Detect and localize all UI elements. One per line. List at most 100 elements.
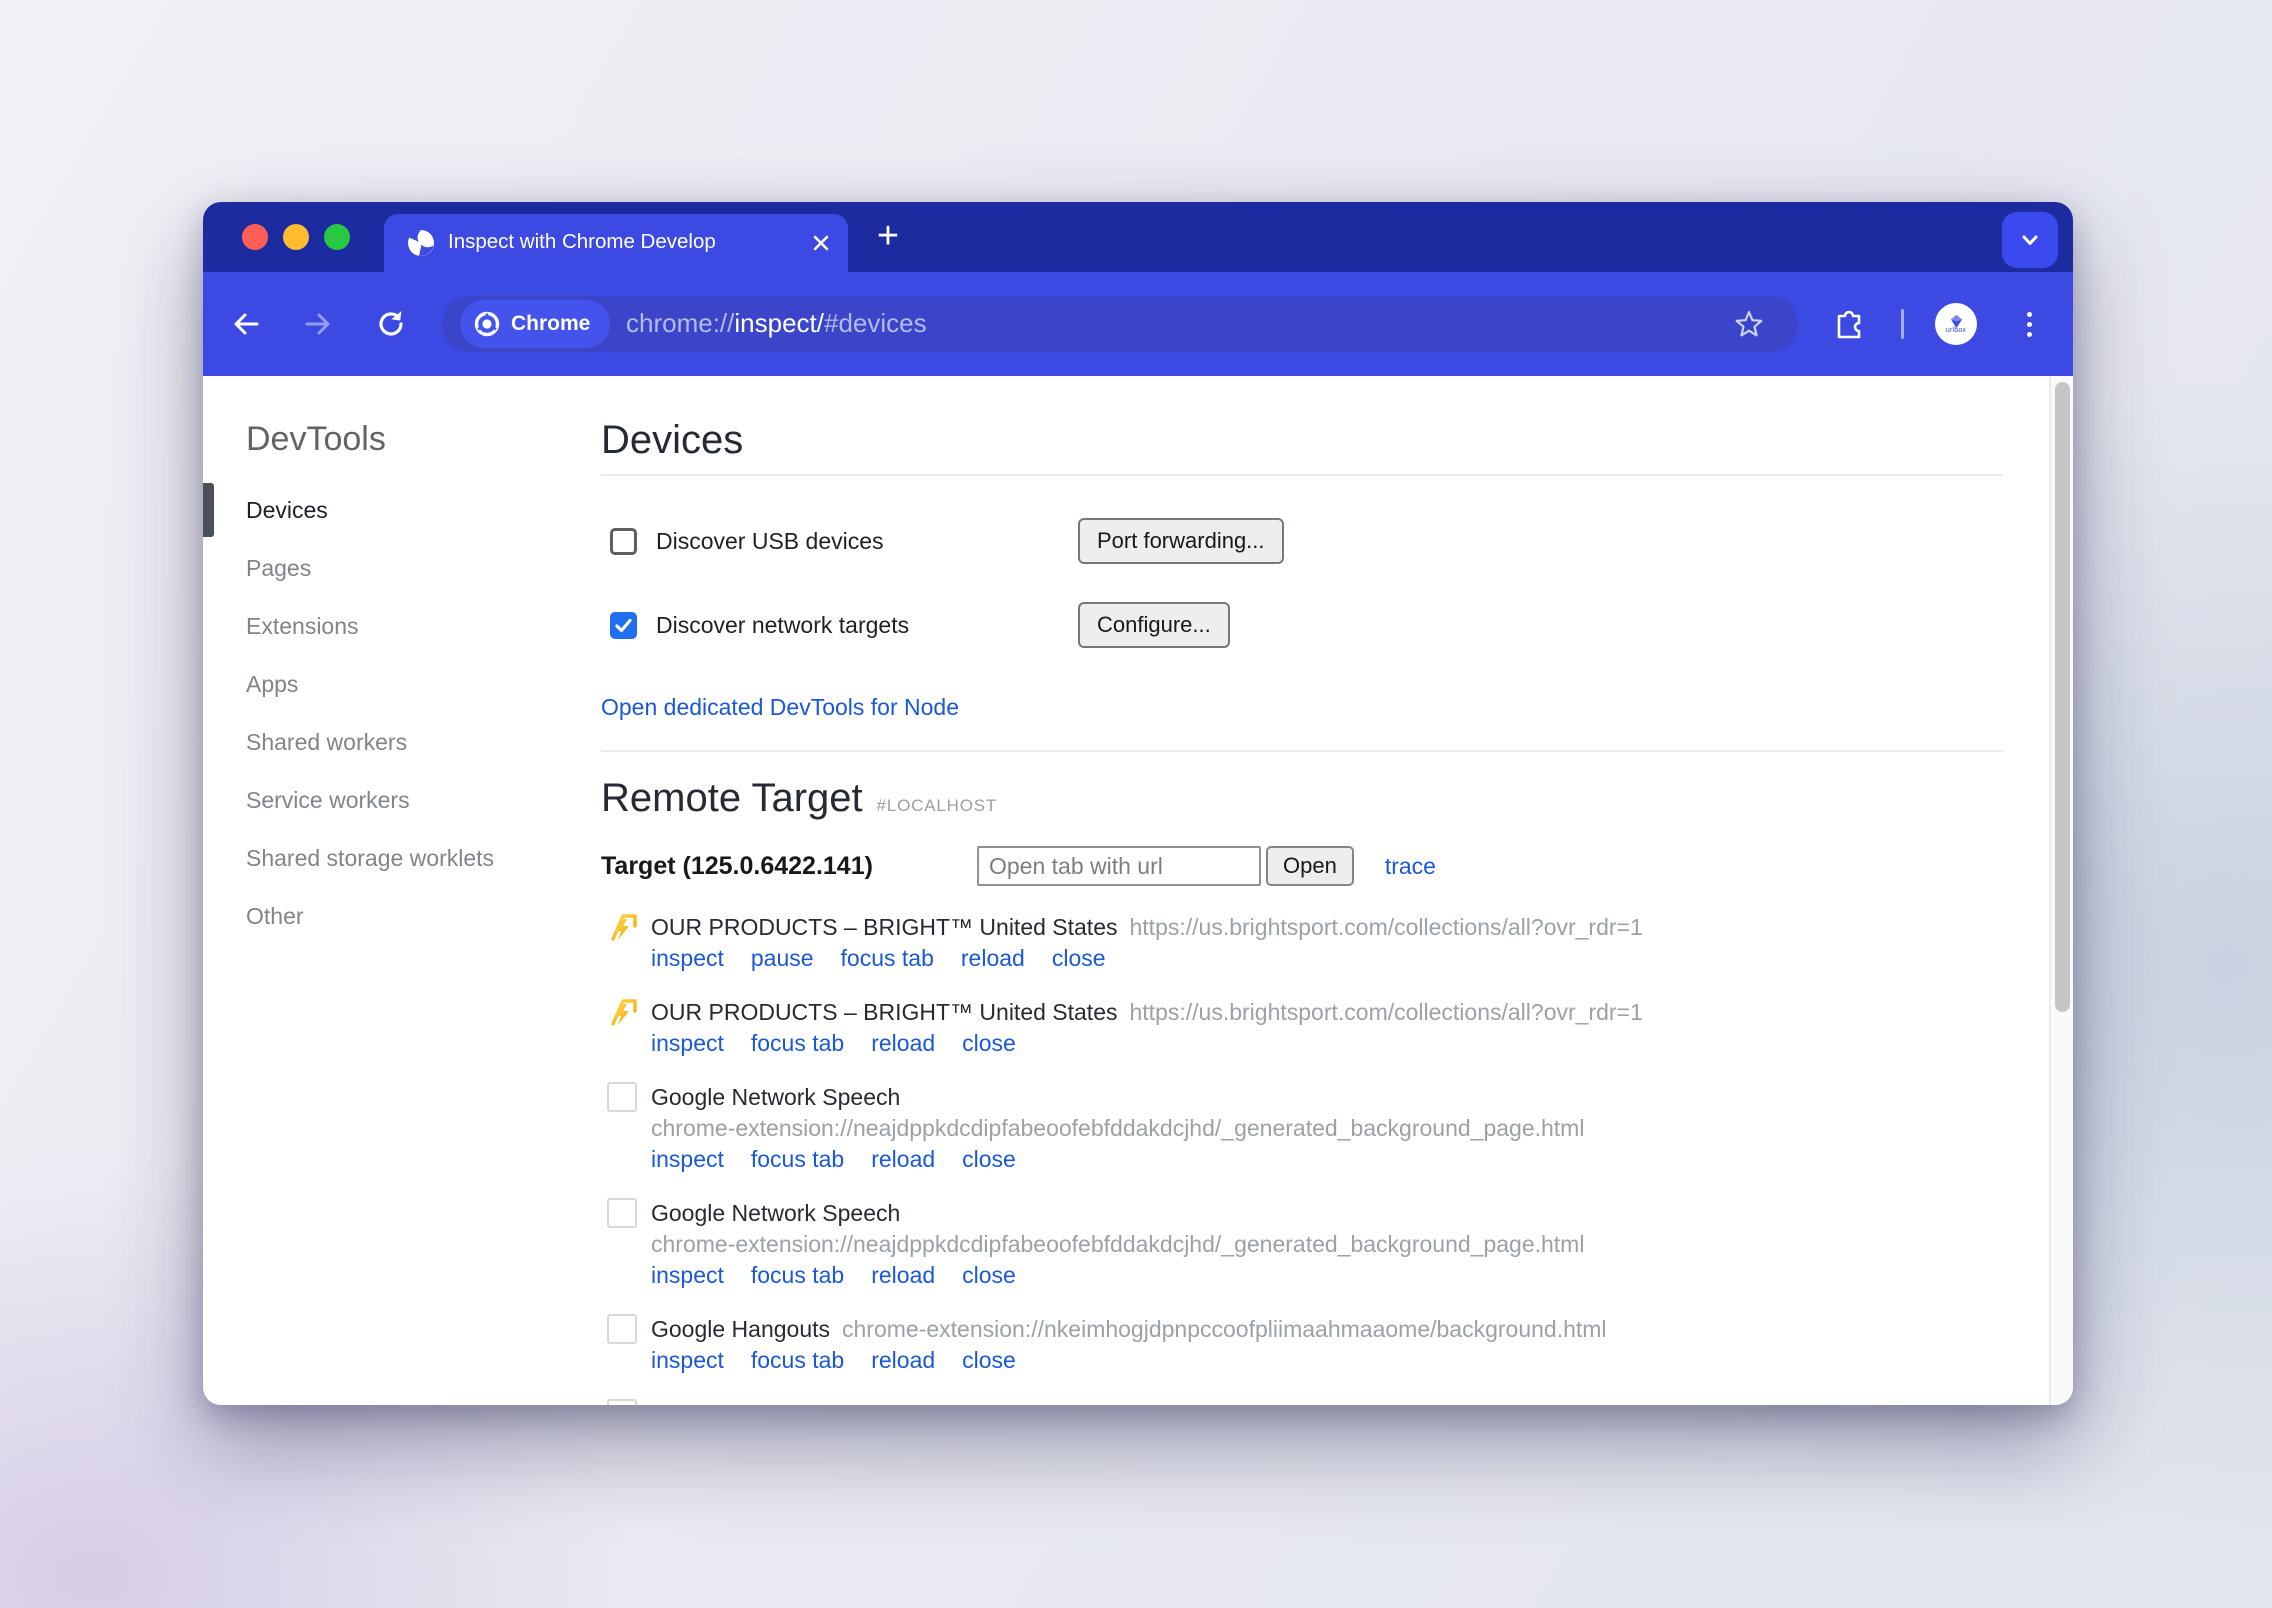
browser-menu-kebab-icon[interactable] [2019, 306, 2039, 342]
sidebar-item-shared-workers[interactable]: Shared workers [203, 713, 601, 771]
target-action-close[interactable]: close [962, 1146, 1016, 1172]
configure-button[interactable]: Configure... [1078, 602, 1230, 648]
target-action-inspect[interactable]: inspect [651, 945, 724, 971]
divider [601, 474, 2003, 476]
discover-network-checkbox[interactable] [610, 612, 637, 639]
devtools-sidebar: DevTools DevicesPages Extensions Apps Share… [203, 376, 601, 1405]
target-list: OUR PRODUCTS – BRIGHT™ United States http… [601, 912, 2003, 1405]
active-indicator [203, 483, 214, 537]
profile-avatar[interactable]: urlbox [1935, 303, 1977, 345]
target-version-label: Target (125.0.6422.141) [601, 852, 977, 881]
chip-label: Chrome [511, 312, 590, 336]
scrollbar-thumb[interactable] [2055, 382, 2070, 1012]
target-title: Google Hangouts [651, 1401, 830, 1405]
globe-icon [406, 228, 436, 258]
sidebar-item-apps[interactable]: Apps [203, 655, 601, 713]
sidebar-list: DevicesPages Extensions Apps Shared workers… [203, 481, 601, 945]
target-actions: inspect pause focus tab reload close [651, 943, 1643, 974]
open-url-input[interactable] [977, 846, 1261, 886]
target-title: OUR PRODUCTS – BRIGHT™ United States [651, 914, 1118, 940]
url-text: chrome://inspect/#devices [626, 296, 927, 352]
target-action-reload[interactable]: reload [961, 945, 1025, 971]
trace-link[interactable]: trace [1385, 853, 1436, 880]
browser-window: Inspect with Chrome Develop + [203, 202, 2073, 1405]
target-item: OUR PRODUCTS – BRIGHT™ United States http… [601, 997, 2003, 1059]
target-action-reload[interactable]: reload [871, 1347, 935, 1373]
open-button[interactable]: Open [1266, 846, 1354, 886]
target-action-inspect[interactable]: inspect [651, 1146, 724, 1172]
node-devtools-row: Open dedicated DevTools for Node [601, 692, 2003, 726]
target-url: chrome-extension://neajdppkdcdipfabeoofe… [651, 1229, 1584, 1260]
target-action-reload[interactable]: reload [871, 1146, 935, 1172]
target-url: chrome-extension://nkeimhogjdpnpccoofpli… [842, 1316, 1607, 1342]
browser-tab[interactable]: Inspect with Chrome Develop [384, 214, 848, 272]
bookmark-star-icon[interactable] [1734, 309, 1764, 339]
node-devtools-link[interactable]: Open dedicated DevTools for Node [601, 694, 959, 720]
extension-placeholder-icon [607, 1314, 639, 1346]
zoom-window-button[interactable] [324, 224, 350, 250]
target-url: https://us.brightsport.com/collections/a… [1130, 914, 1643, 940]
target-action-inspect[interactable]: inspect [651, 1262, 724, 1288]
divider [601, 750, 2003, 752]
discover-usb-row: Discover USB devices Port forwarding... [601, 518, 2003, 564]
target-title: Google Network Speech [651, 1200, 900, 1226]
sidebar-item-label: Apps [246, 671, 298, 697]
target-url: https://us.brightsport.com/collections/a… [1130, 999, 1643, 1025]
page-title: Devices [601, 416, 2003, 464]
target-title: OUR PRODUCTS – BRIGHT™ United States [651, 999, 1118, 1025]
sidebar-item-shared-storage-worklets[interactable]: Shared storage worklets [203, 829, 601, 887]
close-window-button[interactable] [242, 224, 268, 250]
desktop-background: { "window": { "tab": { "title": "Inspect… [0, 0, 2272, 1608]
target-action-inspect[interactable]: inspect [651, 1347, 724, 1373]
sidebar-item-devices[interactable]: Devices [203, 481, 601, 539]
back-icon[interactable] [230, 308, 262, 340]
target-version-row: Target (125.0.6422.141) Open trace [601, 844, 2003, 888]
url-scheme: chrome:// [626, 308, 734, 338]
sidebar-item-pages[interactable]: Pages [203, 539, 601, 597]
target-action-focus-tab[interactable]: focus tab [751, 1347, 844, 1373]
port-forwarding-button[interactable]: Port forwarding... [1078, 518, 1284, 564]
target-actions: inspect focus tab reload close [651, 1260, 1584, 1291]
discover-usb-label: Discover USB devices [656, 528, 884, 555]
url-fragment: #devices [824, 308, 927, 338]
address-bar[interactable]: Chrome chrome://inspect/#devices [442, 296, 1798, 352]
target-action-reload[interactable]: reload [871, 1262, 935, 1288]
target-action-close[interactable]: close [1052, 945, 1106, 971]
sidebar-title: DevTools [246, 420, 601, 459]
scrollbar-track[interactable] [2049, 376, 2073, 1405]
target-action-inspect[interactable]: inspect [651, 1030, 724, 1056]
target-action-pause[interactable]: pause [751, 945, 814, 971]
target-action-focus-tab[interactable]: focus tab [751, 1030, 844, 1056]
minimize-window-button[interactable] [283, 224, 309, 250]
sidebar-item-other[interactable]: Other [203, 887, 601, 945]
target-item: Google Network Speechchrome-extension://… [601, 1082, 2003, 1175]
extensions-puzzle-icon[interactable] [1833, 308, 1865, 340]
new-tab-button[interactable]: + [863, 212, 913, 262]
target-action-focus-tab[interactable]: focus tab [841, 945, 934, 971]
toolbar-separator [1901, 309, 1904, 339]
remote-target-title: Remote Target [601, 774, 863, 822]
sidebar-item-label: Shared workers [246, 729, 407, 755]
extension-placeholder-icon [607, 1399, 639, 1405]
target-action-focus-tab[interactable]: focus tab [751, 1262, 844, 1288]
tab-search-chevron-button[interactable] [2002, 212, 2058, 268]
target-action-close[interactable]: close [962, 1262, 1016, 1288]
target-action-close[interactable]: close [962, 1030, 1016, 1056]
sidebar-item-service-workers[interactable]: Service workers [203, 771, 601, 829]
discover-network-label: Discover network targets [656, 612, 909, 639]
remote-target-header: Remote Target #LOCALHOST [601, 774, 2003, 822]
target-action-reload[interactable]: reload [871, 1030, 935, 1056]
forward-icon[interactable] [302, 308, 334, 340]
tab-strip: Inspect with Chrome Develop + [203, 202, 2073, 272]
target-action-focus-tab[interactable]: focus tab [751, 1146, 844, 1172]
reload-icon[interactable] [375, 308, 407, 340]
localhost-badge: #LOCALHOST [877, 796, 997, 816]
chrome-chip[interactable]: Chrome [460, 300, 610, 348]
discover-usb-checkbox[interactable] [610, 528, 637, 555]
extension-placeholder-icon [607, 1082, 639, 1114]
sidebar-item-label: Extensions [246, 613, 359, 639]
tab-close-icon[interactable] [810, 232, 832, 254]
target-action-close[interactable]: close [962, 1347, 1016, 1373]
sidebar-item-extensions[interactable]: Extensions [203, 597, 601, 655]
chrome-logo-icon [472, 309, 502, 339]
